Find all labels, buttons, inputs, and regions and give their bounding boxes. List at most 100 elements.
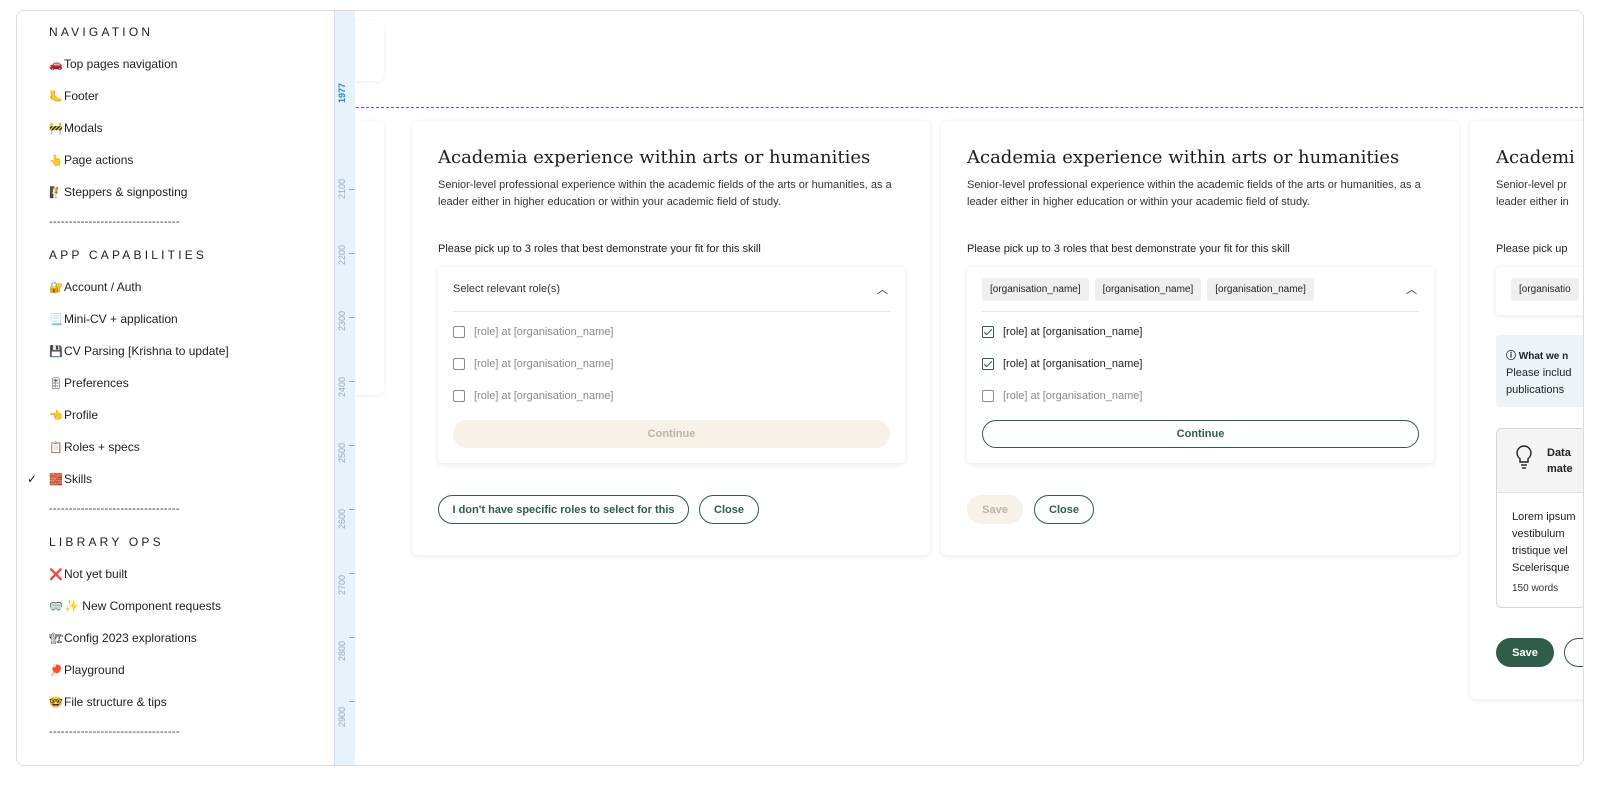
- ruler-label: 2700: [337, 574, 347, 595]
- ruler-tick: [349, 253, 355, 254]
- checkbox[interactable]: [982, 390, 994, 402]
- section-app-capabilities: APP CAPABILITIES: [49, 248, 208, 262]
- menu-item-account-auth[interactable]: 🔐 Account / Auth: [49, 277, 141, 297]
- checkbox[interactable]: [453, 358, 465, 370]
- close-button-partial[interactable]: [1564, 638, 1583, 667]
- tip-card: Data mate Lorem ipsum vestibulum tristiqu…: [1496, 428, 1583, 608]
- menu-item-profile[interactable]: 👈 Profile: [49, 405, 98, 425]
- role-option[interactable]: [role] at [organisation_name]: [453, 324, 613, 340]
- skill-description: Senior-level professional experience wit…: [438, 179, 892, 208]
- role-dropdown[interactable]: [organisation_name] [organisation_name] …: [967, 267, 1434, 463]
- foot-icon: 🦶: [49, 90, 63, 103]
- page-icon: 📃: [49, 313, 63, 326]
- ruler-label: 2200: [337, 244, 347, 265]
- skill-frame-empty[interactable]: Academia experience within arts or human…: [412, 121, 930, 555]
- menu-item-playground[interactable]: 🏓 Playground: [49, 660, 125, 680]
- role-dropdown[interactable]: Select relevant role(s) ︿ [role] at [org…: [438, 267, 905, 463]
- dropdown-header[interactable]: Select relevant role(s) ︿: [453, 267, 890, 312]
- selection-guide-line: [356, 107, 1583, 108]
- menu-item-new-component-requests[interactable]: 🥽 ✨ New Component requests: [49, 596, 221, 616]
- word-count: 150 words: [1512, 583, 1559, 594]
- selected-chip[interactable]: [organisation_name]: [1094, 277, 1202, 301]
- menu-item-steppers[interactable]: 🧗 Steppers & signposting: [49, 182, 187, 202]
- info-text: Please includ publications: [1506, 367, 1572, 396]
- slider-icon: 🎚: [49, 377, 63, 390]
- cross-icon: ❌: [49, 568, 63, 581]
- role-option[interactable]: [role] at [organisation_name]: [982, 356, 1142, 372]
- continue-button[interactable]: Continue: [982, 420, 1419, 448]
- ruler-active-value: 1977: [337, 82, 347, 103]
- role-option[interactable]: [role] at [organisation_name]: [453, 388, 613, 404]
- dropdown-header[interactable]: [organisation_name] [organisation_name] …: [982, 267, 1419, 312]
- skill-title-partial: Academi: [1496, 147, 1575, 168]
- partial-frame-left: [356, 121, 384, 395]
- menu-item-footer[interactable]: 🦶 Footer: [49, 86, 99, 106]
- ruler-tick: [349, 573, 355, 574]
- skill-frame-partial[interactable]: Academi Senior-level pr leader either in …: [1470, 121, 1583, 699]
- ruler-tick: [349, 509, 355, 510]
- skill-title: Academia experience within arts or human…: [438, 147, 871, 168]
- skill-prompt: Please pick up to 3 roles that best demo…: [438, 243, 761, 255]
- partial-frame-top: [356, 21, 384, 81]
- ruler-tick: [349, 701, 355, 702]
- skill-title: Academia experience within arts or human…: [967, 147, 1400, 168]
- ping-pong-icon: 🏓: [49, 664, 63, 677]
- menu-item-top-pages-navigation[interactable]: 🚗 Top pages navigation: [49, 54, 177, 74]
- floppy-disk-icon: 💾: [49, 345, 63, 358]
- skill-frame-selected[interactable]: Academia experience within arts or human…: [941, 121, 1459, 555]
- role-option[interactable]: [role] at [organisation_name]: [982, 388, 1142, 404]
- info-panel: ⓘ What we n Please includ publications: [1496, 335, 1583, 407]
- figma-window: NAVIGATION 🚗 Top pages navigation 🦶 Footer…: [16, 10, 1584, 766]
- ruler-label: 2900: [337, 706, 347, 727]
- menu-item-not-yet-built[interactable]: ❌ Not yet built: [49, 564, 127, 584]
- ruler-tick: [349, 445, 355, 446]
- skill-description-partial: Senior-level pr leader either in: [1496, 179, 1569, 208]
- save-button[interactable]: Save: [967, 495, 1023, 524]
- skill-prompt: Please pick up to 3 roles that best demo…: [967, 243, 1290, 255]
- menu-item-skills[interactable]: 🧱 Skills: [49, 469, 92, 489]
- menu-item-roles-specs[interactable]: 📋 Roles + specs: [49, 437, 140, 457]
- construction-crane-icon: 🏗: [49, 632, 63, 645]
- ruler-tick: [349, 317, 355, 318]
- checkbox-checked[interactable]: [982, 326, 994, 338]
- chevron-up-icon[interactable]: ︿: [877, 281, 888, 297]
- menu-item-file-structure[interactable]: 🤓 File structure & tips: [49, 692, 167, 712]
- nerd-face-icon: 🤓: [49, 696, 63, 709]
- role-option[interactable]: [role] at [organisation_name]: [453, 356, 613, 372]
- bricks-icon: 🧱: [49, 473, 63, 486]
- role-dropdown-partial[interactable]: [organisatio: [1496, 267, 1583, 315]
- menu-item-preferences[interactable]: 🎚 Preferences: [49, 373, 129, 393]
- ruler-label: 2500: [337, 442, 347, 463]
- close-button[interactable]: Close: [699, 495, 759, 524]
- role-option[interactable]: [role] at [organisation_name]: [982, 324, 1142, 340]
- menu-divider: ---------------------------------: [49, 216, 180, 228]
- menu-item-mini-cv[interactable]: 📃 Mini-CV + application: [49, 309, 178, 329]
- menu-item-config-2023[interactable]: 🏗 Config 2023 explorations: [49, 628, 197, 648]
- save-button[interactable]: Save: [1496, 638, 1554, 667]
- menu-item-cv-parsing[interactable]: 💾 CV Parsing [Krishna to update]: [49, 341, 229, 361]
- lock-icon: 🔐: [49, 281, 63, 294]
- checkbox[interactable]: [453, 326, 465, 338]
- pages-menu: NAVIGATION 🚗 Top pages navigation 🦶 Footer…: [17, 11, 334, 765]
- menu-divider: ---------------------------------: [49, 726, 180, 738]
- continue-button[interactable]: Continue: [453, 420, 890, 448]
- design-canvas[interactable]: Academia experience within arts or human…: [356, 11, 1583, 765]
- tip-card-header: Data mate: [1497, 429, 1583, 493]
- no-specific-roles-button[interactable]: I don't have specific roles to select fo…: [438, 495, 689, 524]
- ruler-label: 2100: [337, 178, 347, 199]
- info-title: ⓘ What we n: [1506, 351, 1569, 362]
- menu-item-page-actions[interactable]: 👆 Page actions: [49, 150, 133, 170]
- skill-description: Senior-level professional experience wit…: [967, 179, 1421, 208]
- checkbox-checked[interactable]: [982, 358, 994, 370]
- selected-chip[interactable]: [organisation_name]: [982, 277, 1089, 301]
- menu-item-modals[interactable]: 🚧 Modals: [49, 118, 103, 138]
- checkbox[interactable]: [453, 390, 465, 402]
- ruler-label: 2600: [337, 508, 347, 529]
- chevron-up-icon[interactable]: ︿: [1406, 281, 1417, 297]
- selected-chip[interactable]: [organisatio: [1511, 278, 1579, 301]
- menu-divider: ---------------------------------: [49, 503, 180, 515]
- lightbulb-icon: [1516, 445, 1532, 469]
- close-button[interactable]: Close: [1034, 495, 1094, 524]
- dropdown-header[interactable]: [organisatio: [1511, 267, 1583, 312]
- selected-chip[interactable]: [organisation_name]: [1207, 277, 1314, 301]
